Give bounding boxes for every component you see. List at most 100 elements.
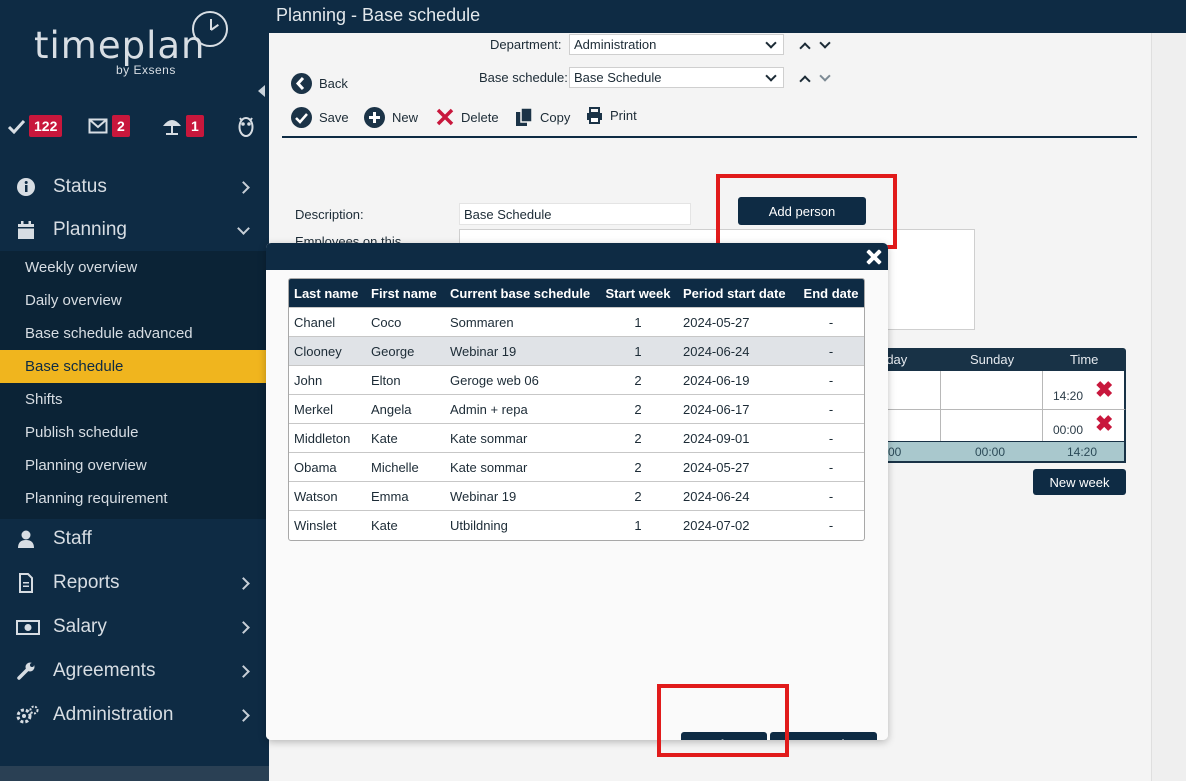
save-label: Save	[319, 110, 349, 125]
toolbar-divider	[282, 136, 1137, 138]
copy-button[interactable]: Copy	[515, 107, 570, 127]
messages-indicator[interactable]: 2	[88, 115, 130, 137]
cell-week: 1	[598, 307, 678, 337]
menu-reports[interactable]: Reports	[0, 561, 269, 605]
cell-week: 2	[598, 481, 678, 511]
menu-planning-label: Planning	[53, 219, 127, 240]
collapse-sidebar-icon[interactable]	[258, 85, 265, 97]
schedule-row: 14:20 ✖	[860, 371, 1126, 410]
delete-row-icon[interactable]: ✖	[1095, 379, 1113, 401]
base-schedule-select[interactable]: Base Schedule	[569, 67, 784, 88]
base-schedule-value: Base Schedule	[574, 70, 662, 85]
cell-end: -	[796, 423, 864, 453]
sidebar-item-publish-schedule[interactable]: Publish schedule	[0, 416, 269, 449]
sidebar-item-base-schedule-advanced[interactable]: Base schedule advanced	[0, 317, 269, 350]
chevron-up-icon[interactable]	[799, 42, 811, 54]
menu-agreements[interactable]: Agreements	[0, 649, 269, 693]
add-person-dialog: Last name First name Current base schedu…	[266, 243, 888, 740]
print-button[interactable]: Print	[586, 107, 637, 124]
table-row[interactable]: Watson Emma Webinar 19 2 2024-06-24-	[289, 481, 864, 511]
cell-first: Michelle	[366, 452, 445, 482]
table-row[interactable]: Middleton Kate Kate sommar 2 2024-09-01-	[289, 423, 864, 453]
total-sunday: 00:00	[975, 445, 1006, 459]
leave-badge: 1	[186, 115, 204, 137]
messages-badge: 2	[112, 115, 130, 137]
save-button[interactable]: Save	[291, 107, 349, 128]
col-sunday: Sunday	[970, 352, 1015, 367]
sidebar-item-planning-overview[interactable]: Planning overview	[0, 449, 269, 482]
cell-start: 2024-06-17	[678, 394, 796, 424]
cell-first: Emma	[366, 481, 445, 511]
menu-salary[interactable]: Salary	[0, 605, 269, 649]
table-row[interactable]: Merkel Angela Admin + repa 2 2024-06-17-	[289, 394, 864, 424]
chevron-down-icon[interactable]	[819, 37, 831, 49]
timeplan-logo[interactable]: timeplan by Exsens	[34, 11, 234, 84]
cancel-button[interactable]: Cancel	[770, 732, 877, 740]
new-week-button[interactable]: New week	[1033, 469, 1126, 495]
cell-week: 2	[598, 452, 678, 482]
col-start-week[interactable]: Start week	[598, 279, 678, 308]
sidebar-item-shifts[interactable]: Shifts	[0, 383, 269, 416]
menu-planning[interactable]: Planning	[0, 208, 269, 252]
table-row[interactable]: John Elton Geroge web 06 2 2024-06-19-	[289, 365, 864, 395]
close-icon[interactable]	[864, 247, 885, 268]
cell-schedule: Webinar 19	[445, 481, 598, 511]
sidebar-item-planning-requirement[interactable]: Planning requirement	[0, 482, 269, 515]
table-row[interactable]: Winslet Kate Utbildning 1 2024-07-02-	[289, 510, 864, 540]
cell-start: 2024-05-27	[678, 307, 796, 337]
sidebar-item-weekly-overview[interactable]: Weekly overview	[0, 251, 269, 284]
department-stepper[interactable]	[799, 37, 839, 58]
cell-end: -	[796, 365, 864, 395]
gears-icon	[16, 705, 39, 724]
cell-end: -	[796, 481, 864, 511]
owl-indicator[interactable]	[238, 115, 254, 137]
description-input[interactable]: Base Schedule	[459, 203, 691, 225]
sidebar-item-base-schedule[interactable]: Base schedule	[0, 350, 269, 383]
col-end-date[interactable]: End date	[796, 279, 864, 308]
col-last-name[interactable]: Last name	[289, 279, 366, 308]
chevron-right-icon	[237, 620, 250, 634]
cell-start: 2024-06-24	[678, 336, 796, 366]
delete-button[interactable]: Delete	[436, 107, 499, 127]
sidebar-item-daily-overview[interactable]: Daily overview	[0, 284, 269, 317]
plus-circle-icon	[364, 107, 385, 128]
cell-last: Winslet	[289, 510, 366, 540]
menu-administration[interactable]: Administration	[0, 693, 269, 737]
table-row[interactable]: Clooney George Webinar 19 1 2024-06-24-	[289, 336, 864, 366]
row-time: 00:00	[1053, 423, 1084, 437]
department-select[interactable]: Administration	[569, 34, 784, 55]
chevron-right-icon	[237, 180, 250, 194]
menu-staff[interactable]: Staff	[0, 517, 269, 561]
col-period-start-date[interactable]: Period start date	[678, 279, 796, 308]
tasks-badge: 122	[29, 115, 63, 137]
cell-last: Obama	[289, 452, 366, 482]
chevron-down-icon[interactable]	[819, 70, 831, 82]
department-value: Administration	[574, 37, 657, 52]
cell-end: -	[796, 307, 864, 337]
delete-row-icon[interactable]: ✖	[1095, 413, 1113, 435]
cell-first: Coco	[366, 307, 445, 337]
cell-start: 2024-06-19	[678, 365, 796, 395]
table-row[interactable]: Obama Michelle Kate sommar 2 2024-05-27-	[289, 452, 864, 482]
base-schedule-stepper[interactable]	[799, 70, 839, 91]
col-first-name[interactable]: First name	[366, 279, 445, 308]
add-person-button[interactable]: Add person	[738, 197, 866, 225]
menu-agreements-label: Agreements	[53, 660, 156, 681]
leave-indicator[interactable]: 1	[162, 115, 204, 137]
select-button[interactable]: Select	[681, 732, 767, 740]
beach-umbrella-icon	[163, 120, 181, 135]
cell-schedule: Webinar 19	[445, 336, 598, 366]
chevron-up-icon[interactable]	[799, 75, 811, 87]
menu-status[interactable]: Status	[0, 165, 269, 209]
table-row[interactable]: Chanel Coco Sommaren 1 2024-05-27-	[289, 307, 864, 337]
menu-reports-label: Reports	[53, 572, 120, 593]
cell-last: Merkel	[289, 394, 366, 424]
col-current-base-schedule[interactable]: Current base schedule	[445, 279, 598, 308]
tasks-indicator[interactable]: 122	[8, 115, 63, 137]
cell-last: Middleton	[289, 423, 366, 453]
delete-label: Delete	[461, 109, 499, 125]
new-button[interactable]: New	[364, 107, 418, 128]
cell-start: 2024-07-02	[678, 510, 796, 540]
back-button[interactable]: Back	[291, 73, 348, 94]
copy-icon	[516, 107, 533, 126]
